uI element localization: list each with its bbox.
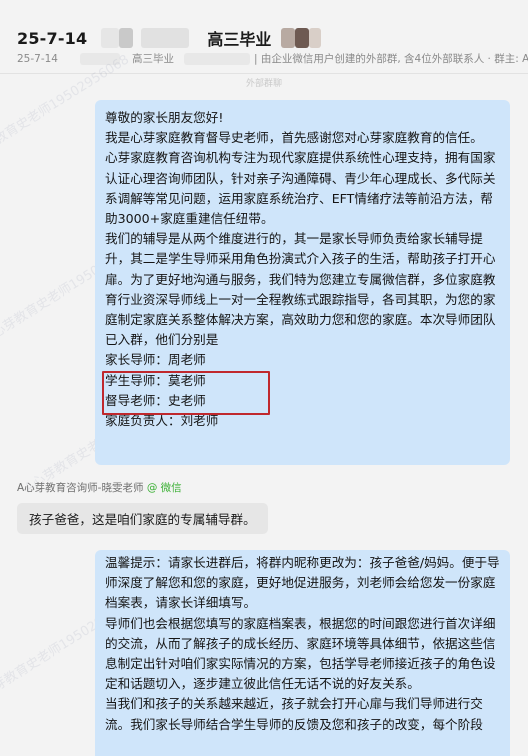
redacted-avatar-blur	[295, 28, 310, 48]
sender-platform: @ 微信	[146, 482, 182, 494]
sender-name: A心芽教育咨询师-晓雯老师	[17, 482, 144, 494]
subtitle-date: 25-7-14	[17, 52, 58, 65]
chat-title-date: 25-7-14	[17, 28, 88, 48]
message-sender[interactable]: A心芽教育咨询师-晓雯老师 @ 微信	[17, 480, 182, 495]
highlight-box	[102, 371, 270, 415]
message-paragraph: 温馨提示：请家长进群后，将群内昵称更改为：孩子爸爸/妈妈。便于导师深度了解您和您…	[105, 555, 500, 611]
redacted-name-blur	[141, 28, 190, 48]
redacted-name-blur	[183, 52, 250, 65]
chat-title-group-name: 高三毕业	[207, 30, 272, 49]
message-paragraph: 当我们和孩子的关系越来越近，孩子就会打开心扉与我们导师进行交流。我们家长导师结合…	[105, 696, 483, 732]
message-paragraph: 心芽家庭教育咨询机构专注为现代家庭提供系统性心理支持，拥有国家认证心理咨询师团队…	[105, 150, 496, 227]
message-paragraph: 导师们也会根据您填写的家庭档案表，根据您的时间跟您进行首次详细的交流，从而了解孩…	[105, 615, 496, 692]
role-parent-mentor: 家长导师：周老师	[105, 352, 206, 368]
chat-title: 25-7-14 高三毕业	[17, 26, 322, 50]
chat-subtitle: 25-7-14 高三毕业 | 由企业微信用户创建的外部群, 含4位外部联系人 ·…	[17, 51, 528, 66]
redacted-avatar-blur	[309, 28, 322, 48]
redacted-avatar-blur	[281, 28, 296, 48]
external-group-label: 外部群聊	[246, 79, 283, 89]
subtitle-group-name: 高三毕业	[131, 53, 174, 65]
message-paragraph: 尊敬的家长朋友您好!	[105, 110, 224, 125]
subtitle-group-info: | 由企业微信用户创建的外部群, 含4位外部联系人 · 群主: A心芽	[253, 53, 528, 65]
message-bubble-tips[interactable]: 温馨提示：请家长进群后，将群内昵称更改为：孩子爸爸/妈妈。便于导师深度了解您和您…	[95, 550, 510, 756]
redacted-name-blur	[119, 28, 134, 48]
chat-header: 25-7-14 高三毕业 25-7-14 高三毕业 | 由企业微信用户创建的外部…	[0, 0, 528, 74]
redacted-name-blur	[101, 28, 120, 48]
message-paragraph: 我是心芽家庭教育督导史老师，首先感谢您对心芽家庭教育的信任。	[105, 130, 483, 146]
message-bubble-reply[interactable]: 孩子爸爸，这是咱们家庭的专属辅导群。	[17, 503, 268, 534]
redacted-name-blur	[79, 52, 120, 65]
message-paragraph: 我们的辅导是从两个维度进行的，其一是家长导师负责给家长辅导提升，其二是学生导师采…	[105, 231, 496, 348]
